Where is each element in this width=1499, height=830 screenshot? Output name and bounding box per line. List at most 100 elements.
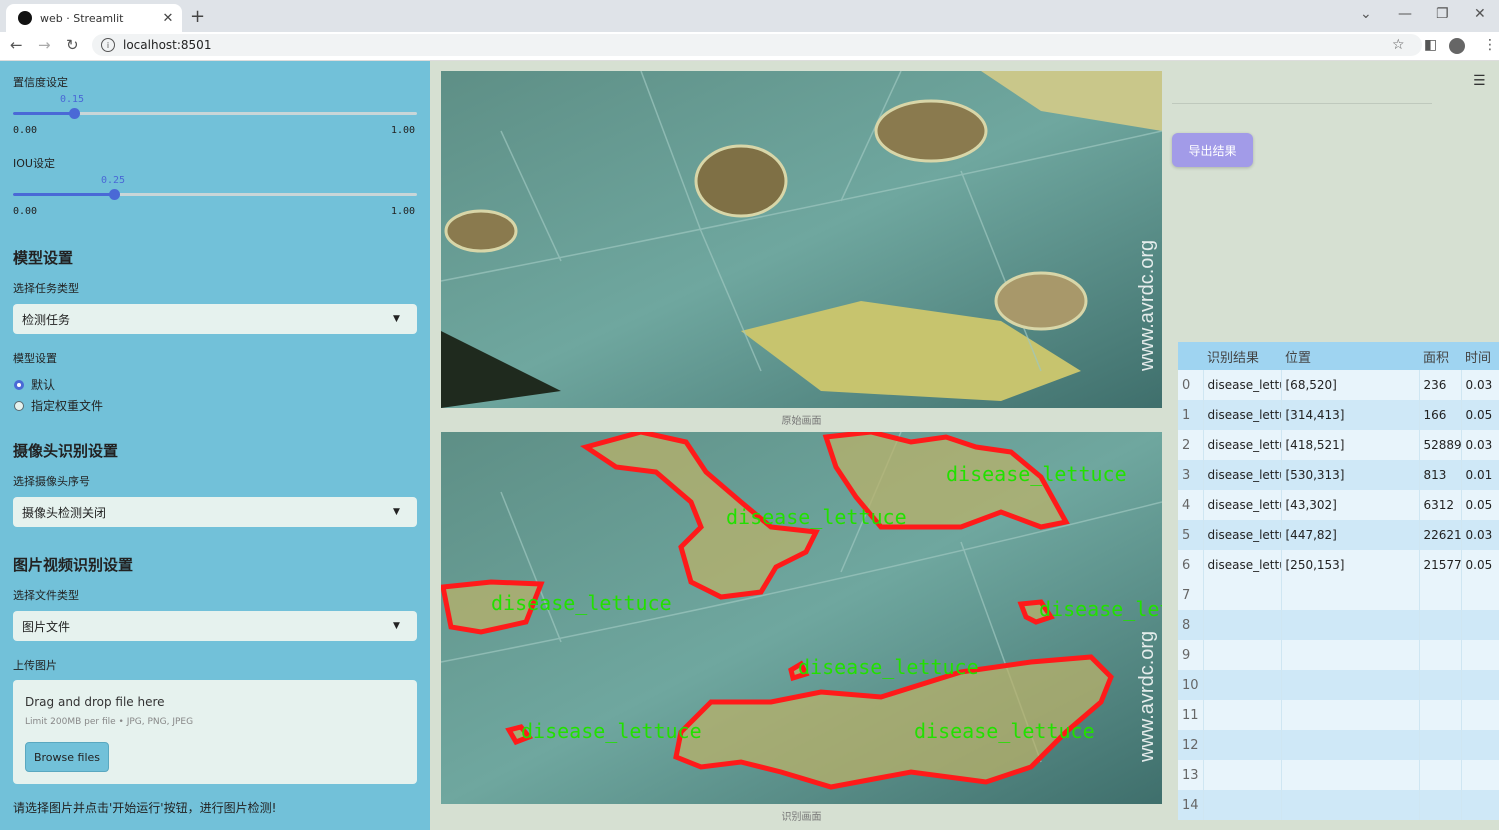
confidence-slider[interactable] [13, 108, 417, 119]
back-icon[interactable]: ← [10, 36, 23, 54]
result-caption: 识别画面 [781, 812, 822, 823]
cell-area: 813 [1419, 460, 1462, 490]
header-position[interactable]: 位置 [1281, 342, 1419, 370]
table-row[interactable]: 4disease_lettuce[43,302]63120.05 [1178, 490, 1499, 520]
restore-icon[interactable]: ❐ [1436, 6, 1449, 22]
header-result[interactable]: 识别结果 [1203, 342, 1281, 370]
browser-menu-icon[interactable]: ⋮ [1483, 37, 1497, 53]
header-area[interactable]: 面积 [1419, 342, 1461, 370]
radio-custom-weights-label: 指定权重文件 [31, 399, 104, 413]
table-row[interactable]: 5disease_lettuce[447,82]226210.03 [1178, 520, 1499, 550]
cell-index: 5 [1178, 520, 1204, 550]
minimize-icon[interactable]: — [1398, 6, 1412, 22]
detection-label: disease_lettuce [914, 719, 1095, 743]
detection-label: disease_lettuce [491, 591, 672, 615]
table-row[interactable]: 2disease_lettuce[418,521]528890.03 [1178, 430, 1499, 460]
table-row[interactable]: 10 [1178, 670, 1499, 700]
table-row[interactable]: 13 [1178, 760, 1499, 790]
cell-position [1281, 700, 1420, 730]
bookmark-star-icon[interactable]: ☆ [1392, 37, 1405, 53]
sidebar: 置信度设定 0.15 0.00 1.00 IOU设定 0.25 0.00 1.0… [0, 61, 430, 830]
file-type-select[interactable]: 图片文件 ▼ [13, 611, 417, 641]
task-type-value: 检测任务 [22, 312, 71, 327]
detection-label: disease_lettuce [946, 462, 1127, 486]
tab-search-icon[interactable]: ⌄ [1360, 6, 1372, 22]
cell-position [1281, 790, 1420, 820]
cell-time: 0.05 [1461, 400, 1499, 430]
cell-time [1461, 640, 1499, 670]
forward-icon[interactable]: → [38, 36, 51, 54]
table-row[interactable]: 7 [1178, 580, 1499, 610]
new-tab-icon[interactable]: + [190, 6, 205, 27]
table-row[interactable]: 11 [1178, 700, 1499, 730]
cell-index: 2 [1178, 430, 1204, 460]
table-row[interactable]: 8 [1178, 610, 1499, 640]
media-settings-heading: 图片视频识别设置 [13, 556, 134, 574]
radio-unselected-icon [14, 400, 24, 411]
cell-area: 22621 [1419, 520, 1462, 550]
cell-result: disease_lettuce [1203, 460, 1282, 490]
cell-position: [530,313] [1281, 460, 1420, 490]
cell-area [1419, 610, 1462, 640]
header-index[interactable] [1178, 342, 1203, 370]
close-tab-icon[interactable]: ✕ [160, 11, 176, 26]
iou-slider-thumb[interactable] [109, 189, 120, 200]
cell-time [1461, 730, 1499, 760]
model-settings-heading: 模型设置 [13, 249, 74, 267]
iou-slider[interactable] [13, 189, 417, 200]
app-menu-icon[interactable]: ☰ [1473, 73, 1486, 89]
header-time[interactable]: 时间 [1461, 342, 1499, 370]
table-row[interactable]: 12 [1178, 730, 1499, 760]
cell-position: [68,520] [1281, 370, 1420, 400]
side-panel-icon[interactable]: ◧ [1424, 37, 1437, 53]
export-results-button[interactable]: 导出结果 [1172, 133, 1253, 167]
table-row[interactable]: 14 [1178, 790, 1499, 820]
radio-custom-weights[interactable]: 指定权重文件 [14, 397, 103, 414]
browse-files-button[interactable]: Browse files [25, 742, 109, 772]
cell-area [1419, 730, 1462, 760]
cell-area: 21577 [1419, 550, 1462, 580]
cell-result [1203, 790, 1282, 820]
table-row[interactable]: 1disease_lettuce[314,413]1660.05 [1178, 400, 1499, 430]
cell-index: 8 [1178, 610, 1204, 640]
profile-avatar-icon[interactable] [1449, 38, 1465, 54]
iou-value: 0.25 [101, 175, 126, 186]
cell-time: 0.05 [1461, 550, 1499, 580]
cell-result: disease_lettuce [1203, 550, 1282, 580]
file-uploader-dropzone[interactable]: Drag and drop file here Limit 200MB per … [13, 680, 417, 784]
cell-index: 11 [1178, 700, 1204, 730]
camera-select[interactable]: 摄像头检测关闭 ▼ [13, 497, 417, 527]
url-text: localhost:8501 [123, 38, 212, 52]
cell-time [1461, 670, 1499, 700]
file-type-value: 图片文件 [22, 619, 71, 634]
cell-result: disease_lettuce [1203, 490, 1282, 520]
cell-position [1281, 670, 1420, 700]
address-bar[interactable]: i localhost:8501 [92, 34, 1422, 56]
cell-result: disease_lettuce [1203, 370, 1282, 400]
table-row[interactable]: 3disease_lettuce[530,313]8130.01 [1178, 460, 1499, 490]
cell-area: 52889 [1419, 430, 1462, 460]
reload-icon[interactable]: ↻ [66, 36, 79, 54]
cell-position: [314,413] [1281, 400, 1420, 430]
cell-position [1281, 730, 1420, 760]
detection-label: disease_lettuce [521, 719, 702, 743]
cell-index: 9 [1178, 640, 1204, 670]
cell-time [1461, 790, 1499, 820]
close-window-icon[interactable]: ✕ [1474, 6, 1486, 22]
table-row[interactable]: 9 [1178, 640, 1499, 670]
task-type-select[interactable]: 检测任务 ▼ [13, 304, 417, 334]
divider [1172, 103, 1432, 104]
cell-position: [250,153] [1281, 550, 1420, 580]
cell-index: 1 [1178, 400, 1204, 430]
site-info-icon[interactable]: i [101, 38, 115, 52]
table-row[interactable]: 0disease_lettuce[68,520]2360.03 [1178, 370, 1499, 400]
confidence-slider-thumb[interactable] [68, 108, 80, 119]
table-row[interactable]: 6disease_lettuce[250,153]215770.05 [1178, 550, 1499, 580]
radio-default[interactable]: 默认 [14, 376, 55, 393]
cell-index: 14 [1178, 790, 1204, 820]
watermark-original: www.avrdc.org [1136, 240, 1158, 372]
browser-tab[interactable]: web · Streamlit ✕ [6, 4, 182, 32]
instruction-note: 请选择图片并点击'开始运行'按钮，进行图片检测! [13, 801, 277, 815]
watermark-result: www.avrdc.org [1136, 631, 1158, 763]
results-table: 识别结果 位置 面积 时间 0disease_lettuce[68,520]23… [1178, 342, 1499, 820]
